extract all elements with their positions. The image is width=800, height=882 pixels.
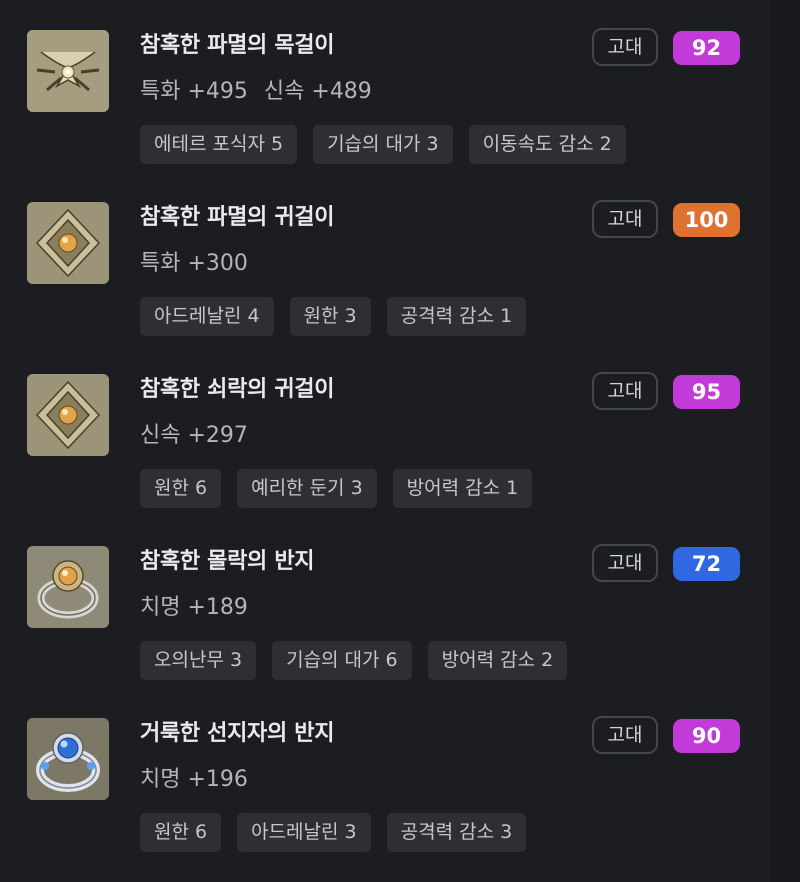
engraving-tag-penalty: 이동속도 감소 2 bbox=[468, 125, 626, 164]
accessory-item[interactable]: 참혹한 파멸의 목걸이 특화 +495 신속 +489 고대 92 에테르 포식자… bbox=[0, 0, 770, 172]
quality-badge: 92 bbox=[673, 31, 740, 65]
engraving-tags: 원한 6 아드레날린 3 공격력 감소 3 bbox=[140, 813, 542, 852]
engraving-tag-penalty: 공격력 감소 3 bbox=[386, 813, 527, 852]
stat-swiftness: 신속 +297 bbox=[140, 423, 248, 448]
engraving-tag: 원한 6 bbox=[140, 813, 222, 852]
item-name: 참혹한 몰락의 반지 bbox=[140, 549, 315, 574]
sapphire-ring-icon bbox=[27, 718, 109, 800]
grade-badge: 고대 bbox=[592, 372, 658, 410]
item-stats: 치명 +196 bbox=[140, 764, 248, 796]
item-stats: 신속 +297 bbox=[140, 420, 248, 452]
engraving-tag-penalty: 방어력 감소 2 bbox=[427, 641, 568, 680]
earring-icon bbox=[27, 374, 109, 456]
item-name: 거룩한 선지자의 반지 bbox=[140, 721, 335, 746]
stat-crit: 치명 +189 bbox=[140, 595, 248, 620]
grade-badge: 고대 bbox=[592, 544, 658, 582]
quality-badge: 95 bbox=[673, 375, 740, 409]
engraving-tag: 원한 6 bbox=[140, 469, 222, 508]
stat-crit: 치명 +196 bbox=[140, 767, 248, 792]
quality-badge: 72 bbox=[673, 547, 740, 581]
accessory-item[interactable]: 참혹한 파멸의 귀걸이 특화 +300 고대 100 아드레날린 4 원한 3 … bbox=[0, 172, 770, 344]
accessory-item[interactable]: 거룩한 선지자의 반지 치명 +196 고대 90 원한 6 아드레날린 3 공… bbox=[0, 688, 770, 860]
engraving-tag: 아드레날린 3 bbox=[237, 813, 371, 852]
engraving-tag-penalty: 방어력 감소 1 bbox=[392, 469, 533, 508]
stat-specialization: 특화 +495 bbox=[140, 79, 248, 104]
item-stats: 특화 +495 신속 +489 bbox=[140, 76, 372, 108]
earring-icon bbox=[27, 202, 109, 284]
item-name: 참혹한 쇠락의 귀걸이 bbox=[140, 377, 335, 402]
item-stats: 특화 +300 bbox=[140, 248, 248, 280]
item-name: 참혹한 파멸의 귀걸이 bbox=[140, 205, 335, 230]
stat-swiftness: 신속 +489 bbox=[263, 79, 372, 104]
engraving-tag: 원한 3 bbox=[289, 297, 371, 336]
engraving-tags: 원한 6 예리한 둔기 3 방어력 감소 1 bbox=[140, 469, 548, 508]
item-stats: 치명 +189 bbox=[140, 592, 248, 624]
grade-badge: 고대 bbox=[592, 28, 658, 66]
ring-icon bbox=[27, 546, 109, 628]
engraving-tag: 기습의 대가 6 bbox=[272, 641, 412, 680]
stat-specialization: 특화 +300 bbox=[140, 251, 248, 276]
engraving-tag: 아드레날린 4 bbox=[140, 297, 274, 336]
quality-badge: 90 bbox=[673, 719, 740, 753]
engraving-tag: 예리한 둔기 3 bbox=[237, 469, 377, 508]
right-edge-panel bbox=[770, 0, 800, 882]
engraving-tag: 오의난무 3 bbox=[140, 641, 257, 680]
engraving-tag: 에테르 포식자 5 bbox=[140, 125, 298, 164]
engraving-tag: 기습의 대가 3 bbox=[313, 125, 453, 164]
accessory-item[interactable]: 참혹한 몰락의 반지 치명 +189 고대 72 오의난무 3 기습의 대가 6… bbox=[0, 516, 770, 688]
engraving-tags: 오의난무 3 기습의 대가 6 방어력 감소 2 bbox=[140, 641, 583, 680]
engraving-tag-penalty: 공격력 감소 1 bbox=[386, 297, 527, 336]
accessory-item[interactable]: 참혹한 쇠락의 귀걸이 신속 +297 고대 95 원한 6 예리한 둔기 3 … bbox=[0, 344, 770, 516]
necklace-icon bbox=[27, 30, 109, 112]
grade-badge: 고대 bbox=[592, 200, 658, 238]
grade-badge: 고대 bbox=[592, 716, 658, 754]
engraving-tags: 아드레날린 4 원한 3 공격력 감소 1 bbox=[140, 297, 542, 336]
quality-badge: 100 bbox=[673, 203, 740, 237]
engraving-tags: 에테르 포식자 5 기습의 대가 3 이동속도 감소 2 bbox=[140, 125, 642, 164]
item-name: 참혹한 파멸의 목걸이 bbox=[140, 33, 335, 58]
